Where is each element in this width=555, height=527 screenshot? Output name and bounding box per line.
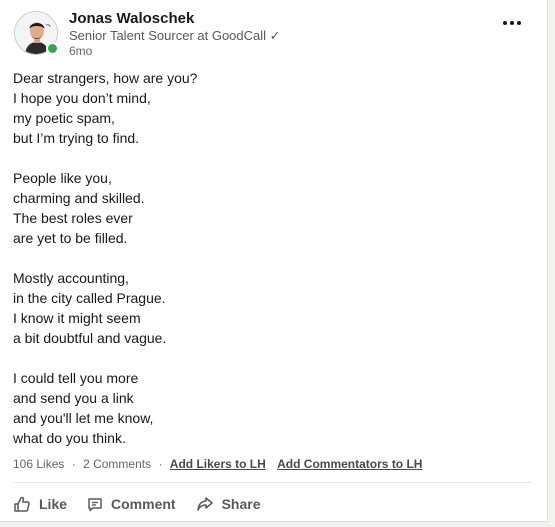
comment-icon bbox=[88, 498, 102, 512]
post-timestamp: 6mo bbox=[69, 44, 93, 58]
likes-count[interactable]: 106 Likes bbox=[13, 457, 64, 471]
separator-dot: · bbox=[158, 457, 163, 471]
comments-count[interactable]: 2 Comments bbox=[83, 457, 151, 471]
share-icon bbox=[196, 497, 213, 511]
online-status-indicator bbox=[46, 42, 59, 55]
like-label: Like bbox=[39, 496, 68, 512]
poem-line: People like you, bbox=[13, 170, 112, 186]
poem-line: are yet to be filled. bbox=[13, 230, 128, 246]
poem-line: I know it might seem bbox=[13, 310, 141, 326]
poem-line: and send you a link bbox=[13, 390, 134, 406]
ellipsis-icon bbox=[503, 21, 507, 25]
comment-label: Comment bbox=[111, 496, 176, 512]
divider bbox=[13, 482, 532, 483]
poem-line: Mostly accounting, bbox=[13, 270, 129, 286]
add-commentators-link[interactable]: Add Commentators to LH bbox=[277, 457, 422, 471]
feed-post-card: Jonas Waloschek Senior Talent Sourcer at… bbox=[0, 0, 548, 522]
poem-line: The best roles ever bbox=[13, 210, 133, 226]
thumbs-up-icon bbox=[14, 496, 30, 512]
poem-line: in the city called Prague. bbox=[13, 290, 166, 306]
poem-line: and you'll let me know, bbox=[13, 410, 154, 426]
comment-button[interactable]: Comment bbox=[87, 496, 176, 512]
poem-line: a bit doubtful and vague. bbox=[13, 330, 167, 346]
post-header: Jonas Waloschek Senior Talent Sourcer at… bbox=[14, 10, 534, 60]
poem-line: Dear strangers, how are you? bbox=[13, 70, 198, 86]
add-likers-link[interactable]: Add Likers to LH bbox=[170, 457, 266, 471]
post-action-bar: Like Comment Share bbox=[13, 492, 281, 516]
poem-stanza: Mostly accounting, in the city called Pr… bbox=[13, 268, 533, 348]
share-button[interactable]: Share bbox=[196, 496, 261, 512]
ellipsis-dot bbox=[517, 21, 521, 25]
poem-line: I could tell you more bbox=[13, 370, 139, 386]
poem-line: but I’m trying to find. bbox=[13, 130, 140, 146]
poem-stanza: People like you, charming and skilled. T… bbox=[13, 168, 533, 248]
share-label: Share bbox=[221, 496, 261, 512]
ellipsis-dot bbox=[510, 21, 514, 25]
poem-line: charming and skilled. bbox=[13, 190, 145, 206]
author-headline: Senior Talent Sourcer at GoodCall ✓ bbox=[69, 28, 281, 43]
poem-line: what do you think. bbox=[13, 430, 126, 446]
author-name[interactable]: Jonas Waloschek bbox=[69, 10, 194, 27]
separator-dot: · bbox=[71, 457, 76, 471]
more-options-button[interactable] bbox=[500, 16, 524, 30]
post-body: Dear strangers, how are you? I hope you … bbox=[13, 68, 533, 468]
social-counts: 106 Likes · 2 Comments · Add Likers to L… bbox=[13, 457, 422, 471]
like-button[interactable]: Like bbox=[13, 495, 67, 513]
poem-stanza: I could tell you more and send you a lin… bbox=[13, 368, 533, 448]
poem-line: my poetic spam, bbox=[13, 110, 115, 126]
poem-line: I hope you don’t mind, bbox=[13, 90, 151, 106]
poem-stanza: Dear strangers, how are you? I hope you … bbox=[13, 68, 533, 148]
